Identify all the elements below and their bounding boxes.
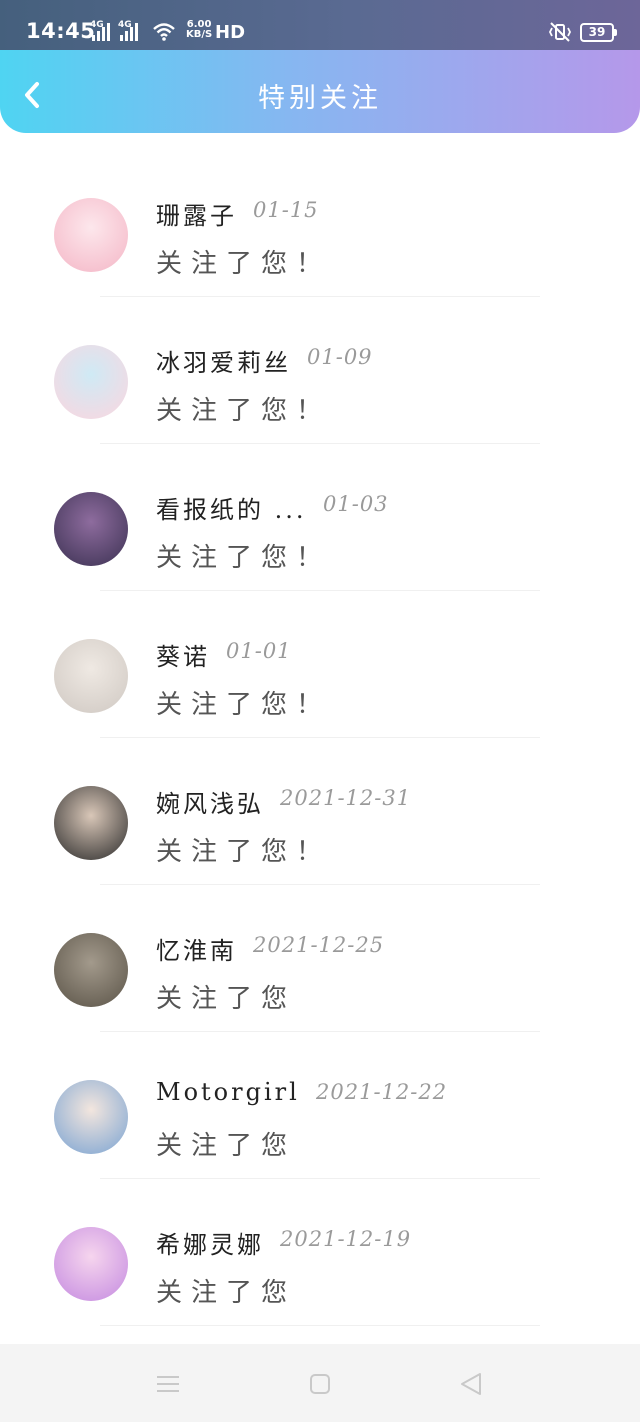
- hd-indicator: HD: [215, 22, 246, 43]
- user-name[interactable]: 希娜灵娜: [156, 1225, 264, 1260]
- wifi-icon: [153, 23, 175, 41]
- avatar[interactable]: [54, 639, 128, 713]
- user-name[interactable]: 珊露子: [156, 196, 237, 231]
- menu-icon[interactable]: [155, 1371, 181, 1397]
- follow-date: 01-09: [307, 345, 373, 369]
- avatar[interactable]: [54, 786, 128, 860]
- vibrate-mute-icon: [548, 22, 572, 42]
- follow-message: 关注了您！: [156, 690, 332, 720]
- list-item[interactable]: 希娜灵娜 2021-12-19 关注了您: [0, 1179, 640, 1326]
- list-item[interactable]: 忆淮南 2021-12-25 关注了您: [0, 885, 640, 1032]
- list-item[interactable]: 珊露子 01-15 关注了您！: [0, 150, 640, 297]
- avatar[interactable]: [54, 1080, 128, 1154]
- network-speed: 6.00 KB/S: [186, 20, 212, 40]
- user-name[interactable]: 葵诺: [156, 637, 210, 672]
- list-item[interactable]: 葵诺 01-01 关注了您！: [0, 591, 640, 738]
- header-bar: 14:45 4G 4G 6.00 KB/S HD 39 特别关注: [0, 0, 640, 133]
- system-nav-bar: [0, 1344, 640, 1422]
- back-triangle-icon[interactable]: [458, 1371, 484, 1397]
- follow-message: 关注了您！: [156, 837, 332, 867]
- status-time: 14:45: [26, 19, 96, 43]
- follow-date: 01-01: [226, 639, 292, 663]
- battery-indicator: 39: [580, 22, 617, 42]
- user-name[interactable]: 冰羽爱莉丝: [156, 343, 291, 378]
- follow-date: 01-15: [253, 198, 319, 222]
- follow-date: 2021-12-19: [280, 1227, 412, 1251]
- network-speed-unit: KB/S: [186, 29, 213, 40]
- avatar[interactable]: [54, 345, 128, 419]
- home-square-icon[interactable]: [307, 1371, 333, 1397]
- follow-message: 关注了您！: [156, 396, 332, 426]
- page-title: 特别关注: [258, 83, 382, 114]
- follow-message: 关注了您: [156, 1131, 297, 1161]
- network-indicators: 4G 4G: [90, 20, 176, 41]
- follow-date: 01-03: [323, 492, 389, 516]
- follow-message: 关注了您: [156, 1278, 297, 1308]
- status-right: 39: [548, 22, 617, 42]
- signal-icon: 4G: [118, 20, 142, 41]
- user-name[interactable]: Motorgirl: [156, 1078, 300, 1106]
- user-name[interactable]: 忆淮南: [156, 931, 237, 966]
- avatar[interactable]: [54, 933, 128, 1007]
- follow-date: 2021-12-31: [280, 786, 412, 810]
- follow-date: 2021-12-25: [253, 933, 385, 957]
- follow-message: 关注了您: [156, 984, 297, 1014]
- avatar[interactable]: [54, 492, 128, 566]
- list-item[interactable]: Motorgirl 2021-12-22 关注了您: [0, 1032, 640, 1179]
- follow-list: 珊露子 01-15 关注了您！ 冰羽爱莉丝 01-09 关注了您！ 看报纸的 ... 01-0…: [0, 150, 640, 1326]
- follow-message: 关注了您！: [156, 543, 332, 573]
- avatar[interactable]: [54, 1227, 128, 1301]
- user-name[interactable]: 看报纸的 ...: [156, 490, 307, 525]
- divider: [100, 1325, 540, 1326]
- user-name[interactable]: 婉风浅弘: [156, 784, 264, 819]
- list-item[interactable]: 婉风浅弘 2021-12-31 关注了您！: [0, 738, 640, 885]
- list-item[interactable]: 看报纸的 ... 01-03 关注了您！: [0, 444, 640, 591]
- avatar[interactable]: [54, 198, 128, 272]
- list-item[interactable]: 冰羽爱莉丝 01-09 关注了您！: [0, 297, 640, 444]
- follow-message: 关注了您！: [156, 249, 332, 279]
- follow-date: 2021-12-22: [316, 1080, 448, 1104]
- signal-icon: 4G: [90, 20, 114, 41]
- status-bar: 14:45 4G 4G 6.00 KB/S HD 39: [0, 0, 640, 50]
